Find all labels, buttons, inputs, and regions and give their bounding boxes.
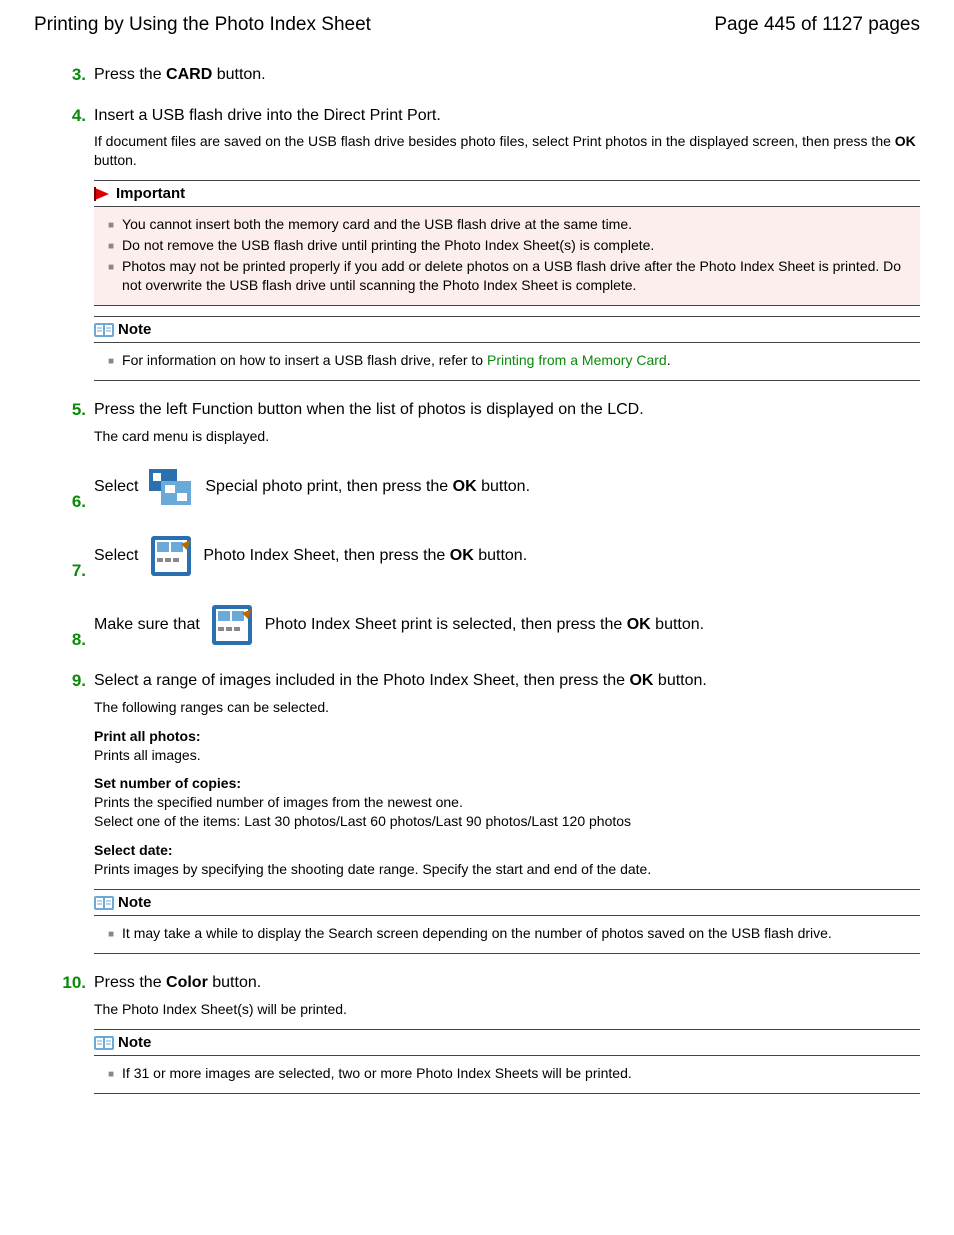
note-header: Note: [94, 890, 920, 916]
note-icon: [94, 1036, 114, 1050]
note-header: Note: [94, 317, 920, 343]
list-item: ■Do not remove the USB flash drive until…: [102, 236, 912, 255]
step-body: Press the CARD button.: [94, 64, 920, 87]
flag-icon: [94, 187, 112, 201]
step-number: 9.: [56, 670, 94, 954]
page-indicator: Page 445 of 1127 pages: [714, 12, 920, 38]
important-box: Important ■You cannot insert both the me…: [94, 180, 920, 306]
card-button-label: CARD: [166, 66, 212, 83]
step-body: Insert a USB flash drive into the Direct…: [94, 105, 920, 381]
bullet-icon: ■: [102, 351, 122, 370]
color-button-label: Color: [166, 974, 208, 991]
ok-label: OK: [629, 672, 653, 689]
range-print-all: Print all photos: Prints all images.: [94, 727, 920, 765]
bullet-icon: ■: [102, 1064, 122, 1083]
bullet-icon: ■: [102, 257, 122, 295]
note-body: ■ For information on how to insert a USB…: [94, 343, 920, 380]
note-header: Note: [94, 1030, 920, 1056]
photo-index-sheet-print-icon: [208, 601, 256, 649]
note-body: ■It may take a while to display the Sear…: [94, 916, 920, 953]
list-item: ■You cannot insert both the memory card …: [102, 215, 912, 234]
step-subtext: If document files are saved on the USB f…: [94, 132, 920, 170]
note-icon: [94, 896, 114, 910]
list-item: ■It may take a while to display the Sear…: [102, 924, 912, 943]
note-icon: [94, 323, 114, 337]
step-number: 10.: [56, 972, 94, 1094]
note-box: Note ■ For information on how to insert …: [94, 316, 920, 381]
step-body: Press the Color button. The Photo Index …: [94, 972, 920, 1094]
step-number: 7.: [56, 532, 94, 583]
step-4: 4. Insert a USB flash drive into the Dir…: [56, 105, 920, 381]
step-8: 8. Make sure that Photo Index Sheet prin…: [56, 601, 920, 652]
step-6: 6. Select Special photo print, then pres…: [56, 463, 920, 514]
ok-label: OK: [627, 617, 651, 634]
range-set-copies: Set number of copies: Prints the specifi…: [94, 774, 920, 831]
special-photo-print-icon: [147, 463, 197, 511]
list-item: ■Photos may not be printed properly if y…: [102, 257, 912, 295]
step-title: Insert a USB flash drive into the Direct…: [94, 105, 920, 127]
step-title: Select a range of images included in the…: [94, 670, 920, 692]
step-number: 6.: [56, 463, 94, 514]
step-body: Make sure that Photo Index Sheet print i…: [94, 601, 920, 652]
step-number: 3.: [56, 64, 94, 87]
step-number: 4.: [56, 105, 94, 381]
important-header: Important: [94, 181, 920, 207]
list-item: ■If 31 or more images are selected, two …: [102, 1064, 912, 1083]
ok-label: OK: [895, 133, 916, 149]
step-subtext: The card menu is displayed.: [94, 427, 920, 446]
ok-label: OK: [453, 479, 477, 496]
step-title: Press the left Function button when the …: [94, 399, 920, 421]
step-7: 7. Select Photo Index Sheet, then press …: [56, 532, 920, 583]
important-body: ■You cannot insert both the memory card …: [94, 207, 920, 305]
range-select-date: Select date: Prints images by specifying…: [94, 841, 920, 879]
step-number: 5.: [56, 399, 94, 445]
step-body: Press the left Function button when the …: [94, 399, 920, 445]
bullet-icon: ■: [102, 924, 122, 943]
step-subtext: The following ranges can be selected.: [94, 698, 920, 717]
step-3: 3. Press the CARD button.: [56, 64, 920, 87]
page-header: Printing by Using the Photo Index Sheet …: [34, 12, 920, 38]
step-title: Press the Color button.: [94, 972, 920, 994]
note-box: Note ■If 31 or more images are selected,…: [94, 1029, 920, 1094]
bullet-icon: ■: [102, 215, 122, 234]
note-body: ■If 31 or more images are selected, two …: [94, 1056, 920, 1093]
step-number: 8.: [56, 601, 94, 652]
step-list: 3. Press the CARD button. 4. Insert a US…: [56, 64, 920, 1094]
step-subtext: The Photo Index Sheet(s) will be printed…: [94, 1000, 920, 1019]
step-body: Select a range of images included in the…: [94, 670, 920, 954]
photo-index-sheet-icon: [147, 532, 195, 580]
step-5: 5. Press the left Function button when t…: [56, 399, 920, 445]
note-box: Note ■It may take a while to display the…: [94, 889, 920, 954]
bullet-icon: ■: [102, 236, 122, 255]
link-printing-from-memory-card[interactable]: Printing from a Memory Card: [487, 352, 667, 368]
step-body: Select Photo Index Sheet, then press the…: [94, 532, 920, 583]
list-item: ■ For information on how to insert a USB…: [102, 351, 912, 370]
doc-title: Printing by Using the Photo Index Sheet: [34, 12, 371, 38]
step-9: 9. Select a range of images included in …: [56, 670, 920, 954]
ok-label: OK: [450, 548, 474, 565]
step-body: Select Special photo print, then press t…: [94, 463, 920, 514]
step-10: 10. Press the Color button. The Photo In…: [56, 972, 920, 1094]
